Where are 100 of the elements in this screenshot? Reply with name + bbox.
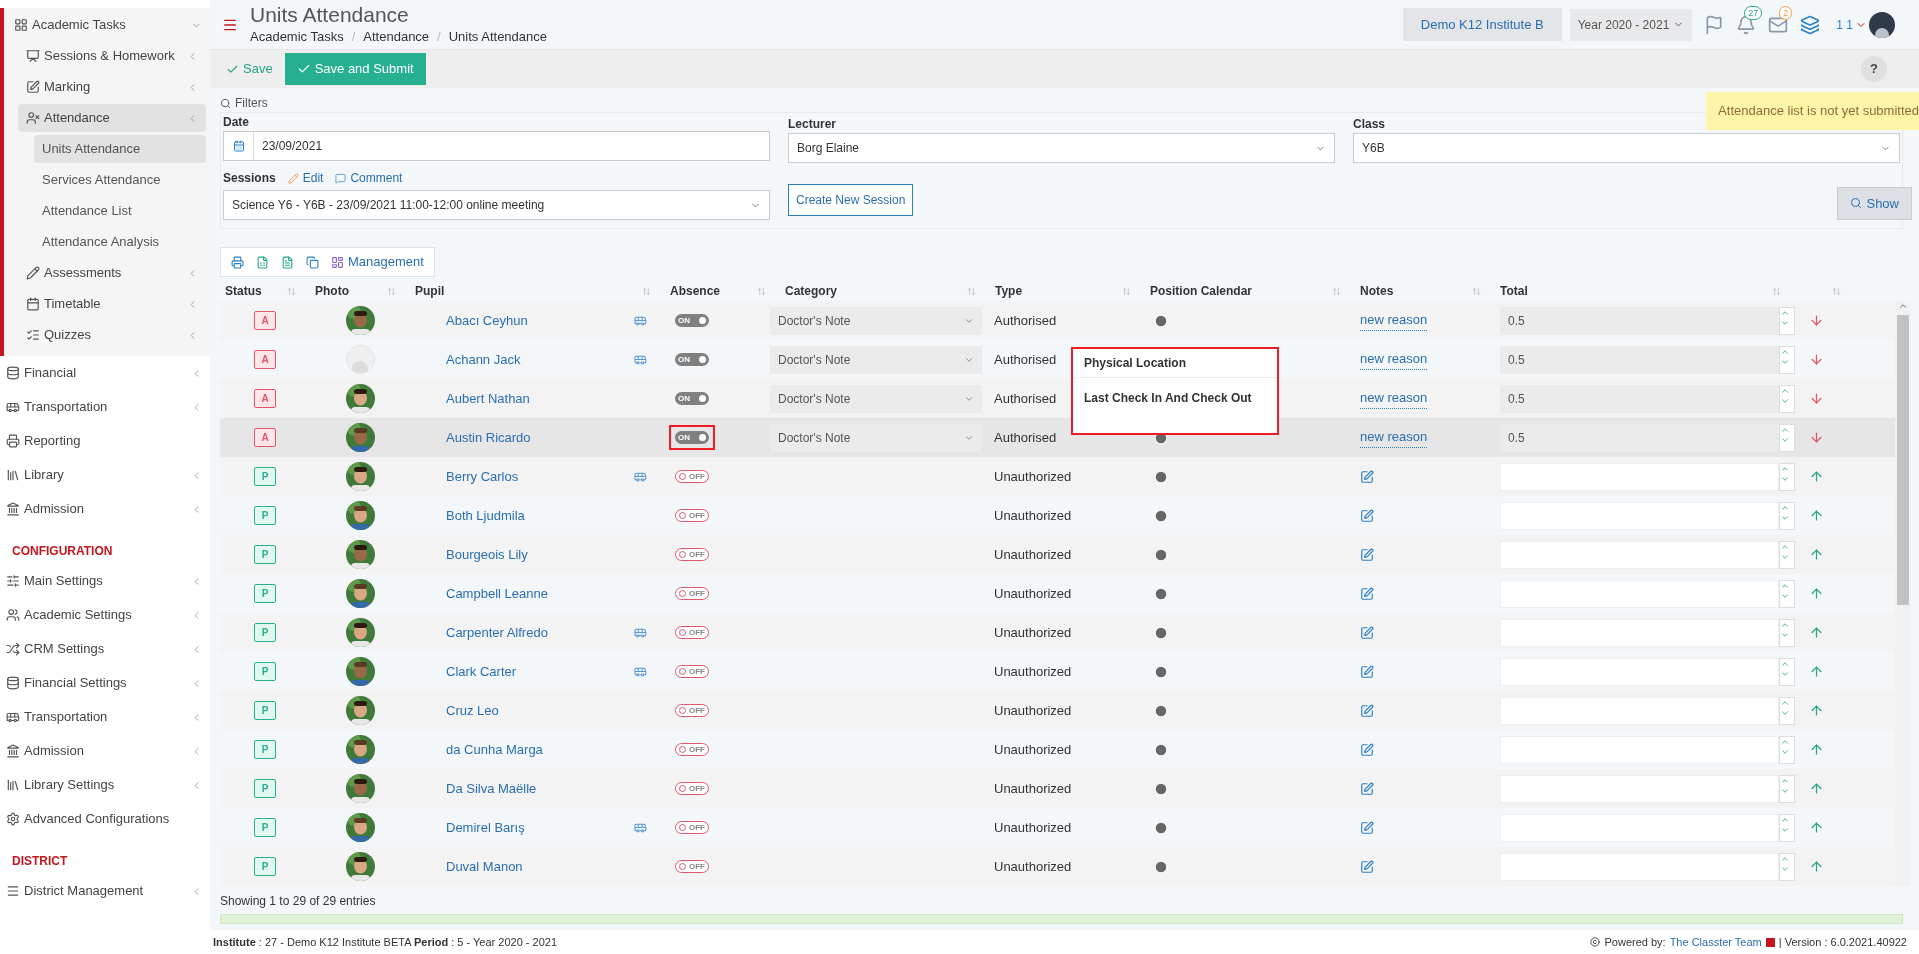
spinner-control[interactable] [1779,618,1795,647]
help-button[interactable]: ? [1861,56,1887,82]
breadcrumb-link[interactable]: Units Attendance [448,26,547,47]
sort-icon[interactable] [1832,286,1841,296]
pupil-link[interactable]: Duval Manon [446,856,523,877]
absence-toggle[interactable]: ON [675,314,709,327]
user-name[interactable]: 1 1 [1836,15,1853,34]
category-dropdown[interactable]: Doctor's Note [770,345,982,374]
reason-link[interactable]: new reason [1360,310,1428,331]
spinner-control[interactable] [1779,345,1795,374]
sidebar-subitem[interactable]: Services Attendance [34,166,206,194]
pupil-link[interactable]: Achann Jack [446,349,521,370]
edit-icon[interactable] [1360,586,1374,601]
pupil-link[interactable]: Campbell Leanne [446,583,548,604]
lecturer-dropdown[interactable]: Borg Elaine [788,133,1335,163]
column-header[interactable]: Status [225,282,262,300]
edit-icon[interactable] [1360,742,1374,757]
column-header[interactable]: Position Calendar [1150,282,1253,300]
sidebar-item[interactable]: Advanced Configurations [0,805,210,833]
spinner-control[interactable] [1779,657,1795,686]
down-arrow-icon[interactable] [1809,430,1824,445]
sidebar-item[interactable]: Quizzes [18,321,206,349]
printer-icon[interactable] [231,255,244,269]
spinner-control[interactable] [1779,501,1795,530]
total-field[interactable] [1500,579,1779,608]
absence-toggle[interactable]: ON [675,392,709,405]
total-field[interactable] [1500,618,1779,647]
show-button[interactable]: Show [1837,186,1912,220]
sidebar-item[interactable]: Library [0,461,210,489]
pupil-link[interactable]: da Cunha Marga [446,739,543,760]
sidebar-item[interactable]: Academic Settings [0,601,210,629]
flag-icon[interactable] [1704,14,1725,35]
sidebar-item[interactable]: Admission [0,495,210,523]
document-icon[interactable] [281,255,294,269]
pupil-link[interactable]: Aubert Nathan [446,388,530,409]
pupil-link[interactable]: Both Ljudmila [446,505,525,526]
date-field[interactable]: 23/09/2021 [223,131,770,161]
column-header[interactable]: Type [995,282,1023,300]
table-row[interactable]: P Berry Carlos OFF Unauthorized [220,457,1895,496]
absence-toggle[interactable]: OFF [675,665,709,678]
absence-toggle[interactable]: OFF [675,743,709,756]
down-arrow-icon[interactable] [1809,313,1824,328]
edit-icon[interactable] [1360,820,1374,835]
management-button[interactable]: Management [331,252,424,272]
down-arrow-icon[interactable] [1809,391,1824,406]
edit-icon[interactable] [1360,859,1374,874]
breadcrumb-link[interactable]: Academic Tasks [250,26,344,47]
sidebar-subitem[interactable]: Attendance Analysis [34,228,206,256]
category-dropdown[interactable]: Doctor's Note [770,384,982,413]
sort-icon[interactable] [1472,286,1481,296]
table-row[interactable]: P Da Silva Maëlle OFF Unauthorized [220,769,1895,808]
absence-toggle[interactable]: OFF [675,821,709,834]
edit-icon[interactable] [1360,508,1374,523]
institute-button[interactable]: Demo K12 Institute B [1402,7,1562,42]
absence-toggle[interactable]: OFF [675,548,709,561]
absence-toggle[interactable]: OFF [675,626,709,639]
layers-icon[interactable] [1800,14,1821,35]
scroll-up-icon[interactable] [1898,301,1908,311]
year-dropdown[interactable]: Year 2020 - 2021 [1569,8,1693,41]
breadcrumb-link[interactable]: Attendance [363,26,430,47]
total-field[interactable] [1500,696,1779,725]
table-row[interactable]: P Carpenter Alfredo OFF Unauthorized [220,613,1895,652]
sidebar-item[interactable]: Financial [0,359,210,387]
sidebar-item[interactable]: Transportation [0,703,210,731]
sort-icon[interactable] [1772,286,1781,296]
pupil-link[interactable]: Bourgeois Lily [446,544,528,565]
table-row[interactable]: P Cruz Leo OFF Unauthorized [220,691,1895,730]
total-field[interactable] [1500,462,1779,491]
absence-toggle[interactable]: OFF [675,704,709,717]
total-field[interactable] [1500,852,1779,881]
down-arrow-icon[interactable] [1809,352,1824,367]
spinner-control[interactable] [1779,462,1795,491]
session-dropdown[interactable]: Science Y6 - Y6B - 23/09/2021 11:00-12:00 online meeting [223,190,770,220]
column-header[interactable]: Notes [1360,282,1394,300]
reason-link[interactable]: new reason [1360,427,1428,448]
sort-icon[interactable] [1332,286,1341,296]
category-dropdown[interactable]: Doctor's Note [770,306,982,335]
spinner-control[interactable] [1779,384,1795,413]
reason-link[interactable]: new reason [1360,349,1428,370]
absence-toggle[interactable]: OFF [675,509,709,522]
popover-item[interactable]: Last Check In And Check Out [1073,378,1277,407]
edit-link[interactable]: Edit [287,169,324,187]
edit-icon[interactable] [1360,664,1374,679]
sidebar-subitem[interactable]: Units Attendance [34,135,206,163]
sidebar-item[interactable]: Financial Settings [0,669,210,697]
sidebar-item[interactable]: CRM Settings [0,635,210,663]
spinner-control[interactable] [1779,306,1795,335]
total-field[interactable]: 0.5 [1500,423,1779,452]
edit-icon[interactable] [1360,781,1374,796]
sidebar-item[interactable]: District Management [0,877,210,905]
absence-toggle[interactable]: ON [675,431,709,444]
sidebar-item[interactable]: Attendance [18,104,206,132]
absence-toggle[interactable]: OFF [675,860,709,873]
pupil-link[interactable]: Abacı Ceyhun [446,310,528,331]
sort-icon[interactable] [757,286,766,296]
sidebar-item[interactable]: Transportation [0,393,210,421]
sidebar-item[interactable]: Main Settings [0,567,210,595]
spinner-control[interactable] [1779,579,1795,608]
team-link[interactable]: The Classter Team [1669,933,1762,951]
sidebar-item[interactable]: Reporting [0,427,210,455]
